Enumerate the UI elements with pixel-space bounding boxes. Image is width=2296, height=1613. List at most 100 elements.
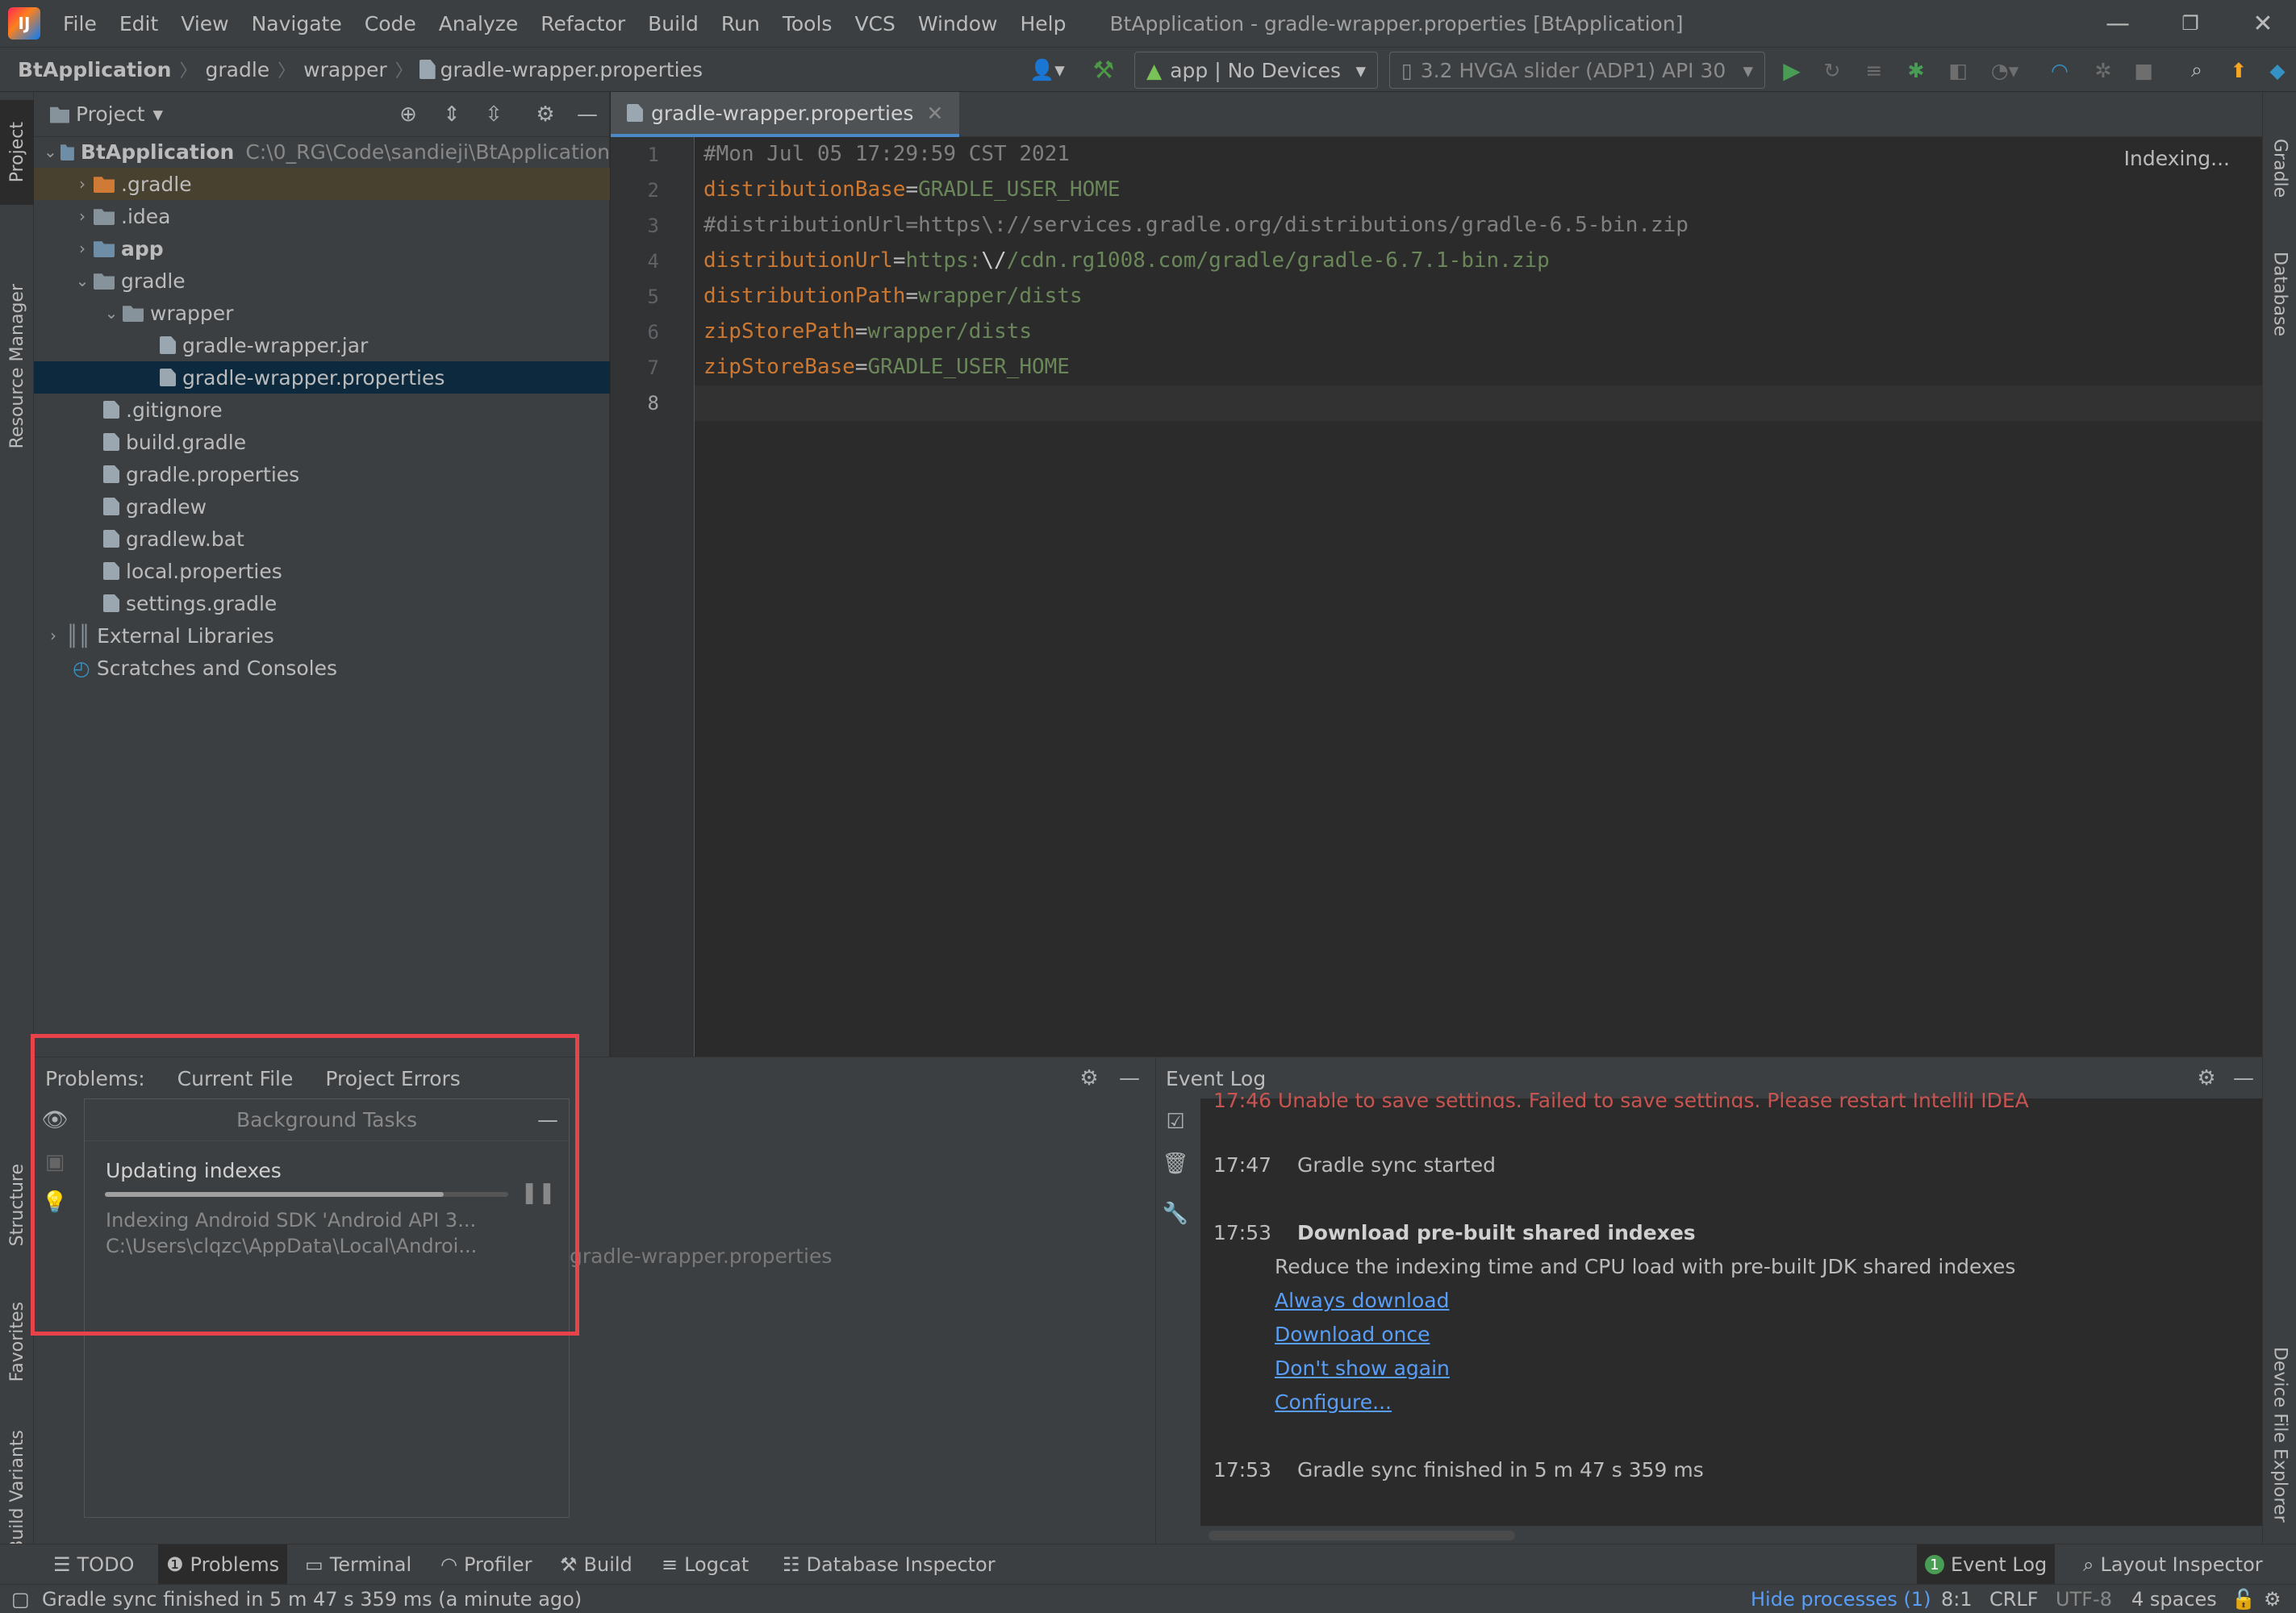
- menu-edit[interactable]: Edit: [108, 12, 169, 35]
- stop-icon[interactable]: ■: [2130, 55, 2157, 85]
- gear-icon[interactable]: ⚙: [1075, 1064, 1104, 1093]
- tree-item-idea[interactable]: › .idea: [34, 200, 610, 232]
- tree-item-external-libraries[interactable]: › ║║ External Libraries: [34, 619, 610, 652]
- tree-item-gradlew[interactable]: gradlew: [34, 490, 610, 523]
- gear-icon[interactable]: ⚙: [531, 100, 560, 129]
- memory-icon[interactable]: ⚙: [2264, 1585, 2281, 1613]
- tab-gradle[interactable]: Gradle: [2263, 116, 2296, 221]
- breadcrumb-project[interactable]: BtApplication: [0, 58, 179, 81]
- tree-item-local-properties[interactable]: local.properties: [34, 555, 610, 587]
- link-configure[interactable]: Configure...: [1275, 1390, 1392, 1414]
- minimize-popup-icon[interactable]: —: [533, 1106, 562, 1135]
- horizontal-scrollbar[interactable]: [1209, 1531, 1515, 1540]
- profile-icon[interactable]: ◔▾: [1985, 55, 2025, 85]
- tree-item-gradle-properties[interactable]: gradle.properties: [34, 458, 610, 490]
- menu-run[interactable]: Run: [710, 12, 771, 35]
- preview-icon[interactable]: ▣: [40, 1148, 69, 1177]
- tree-item-project-root[interactable]: ⌄ BtApplication C:\0_RG\Code\sandieji\Bt…: [34, 135, 610, 168]
- status-toggle-icon[interactable]: ▢: [11, 1585, 30, 1613]
- trash-icon[interactable]: 🗑: [1161, 1149, 1190, 1178]
- expand-all-icon[interactable]: ⇕: [437, 100, 466, 129]
- tab-project[interactable]: Project: [0, 100, 34, 205]
- locate-icon[interactable]: ⊕: [394, 100, 423, 129]
- indent-setting[interactable]: 4 spaces: [2131, 1585, 2217, 1613]
- menu-build[interactable]: Build: [637, 12, 710, 35]
- restore-icon[interactable]: ❐: [2154, 0, 2227, 47]
- menu-help[interactable]: Help: [1008, 12, 1077, 35]
- menu-view[interactable]: View: [169, 12, 240, 35]
- tool-layout-inspector[interactable]: ⌕ Layout Inspector: [2075, 1544, 2271, 1585]
- tab-project-errors[interactable]: Project Errors: [325, 1067, 460, 1090]
- device-select[interactable]: ▯ 3.2 HVGA slider (ADP1) API 30 ▾: [1389, 52, 1765, 89]
- tree-item-build-gradle[interactable]: build.gradle: [34, 426, 610, 458]
- tree-item-settings-gradle[interactable]: settings.gradle: [34, 587, 610, 619]
- menu-file[interactable]: File: [52, 12, 108, 35]
- tree-item-wrapper-jar[interactable]: gradle-wrapper.jar: [34, 329, 610, 361]
- collapse-all-icon[interactable]: ⇳: [479, 100, 508, 129]
- tool-problems[interactable]: ❶ Problems: [158, 1544, 288, 1585]
- gear-icon[interactable]: ⚙: [2192, 1064, 2221, 1093]
- breadcrumb-file[interactable]: gradle-wrapper.properties: [439, 58, 711, 81]
- menu-refactor[interactable]: Refactor: [529, 12, 637, 35]
- update-icon[interactable]: ⬆: [2225, 55, 2252, 85]
- file-encoding[interactable]: UTF-8: [2056, 1585, 2112, 1613]
- hide-icon[interactable]: —: [1115, 1064, 1144, 1093]
- tab-resource-manager[interactable]: Resource Manager: [0, 221, 34, 511]
- tab-device-file-explorer[interactable]: Device File Explorer: [2263, 1326, 2296, 1544]
- tree-item-gitignore[interactable]: .gitignore: [34, 394, 610, 426]
- link-dont-show-again[interactable]: Don't show again: [1275, 1357, 1450, 1380]
- chevron-down-icon[interactable]: ▾: [153, 102, 164, 126]
- mark-read-icon[interactable]: ☑: [1161, 1107, 1190, 1136]
- menu-code[interactable]: Code: [353, 12, 428, 35]
- tree-item-gradlew-bat[interactable]: gradlew.bat: [34, 523, 610, 555]
- code-editor[interactable]: 1 2 3 4 5 6 7 8 #Mon Jul 05 17:29:59 CST…: [611, 137, 2262, 1057]
- tree-item-app[interactable]: › app: [34, 232, 610, 265]
- lock-icon[interactable]: 🔓: [2231, 1585, 2256, 1613]
- attach-debugger-icon[interactable]: ✲: [2089, 55, 2117, 85]
- run-config-select[interactable]: ▲ app | No Devices ▾: [1134, 52, 1378, 89]
- tool-database-inspector[interactable]: ☷ Database Inspector: [774, 1544, 1004, 1585]
- tool-todo[interactable]: ☰ TODO: [45, 1544, 142, 1585]
- menu-window[interactable]: Window: [907, 12, 1009, 35]
- link-download-once[interactable]: Download once: [1275, 1323, 1430, 1346]
- search-icon[interactable]: ⌕: [2183, 55, 2210, 85]
- build-hammer-icon[interactable]: ⚒: [1087, 55, 1120, 85]
- close-icon[interactable]: ✕: [2227, 0, 2296, 47]
- profiler-icon[interactable]: ◠: [2046, 55, 2073, 85]
- line-separator[interactable]: CRLF: [1989, 1585, 2039, 1613]
- tab-database[interactable]: Database: [2263, 229, 2296, 358]
- coverage-icon[interactable]: ◧: [1944, 55, 1972, 85]
- eye-icon[interactable]: 👁: [40, 1106, 69, 1135]
- link-always-download[interactable]: Always download: [1275, 1289, 1449, 1312]
- tool-event-log[interactable]: 1 Event Log: [1917, 1544, 2056, 1585]
- hide-processes-link[interactable]: Hide processes (1): [1751, 1585, 1931, 1613]
- tool-build[interactable]: ⚒ Build: [552, 1544, 641, 1585]
- tool-terminal[interactable]: ▭ Terminal: [297, 1544, 420, 1585]
- hide-icon[interactable]: —: [2229, 1064, 2258, 1093]
- sdk-manager-icon[interactable]: ◆: [2264, 55, 2291, 85]
- tool-profiler[interactable]: ◠ Profiler: [432, 1544, 540, 1585]
- tree-item-gradle-cache[interactable]: › .gradle: [34, 168, 610, 200]
- hide-icon[interactable]: —: [573, 100, 602, 129]
- tab-current-file[interactable]: Current File: [177, 1067, 294, 1090]
- minimize-icon[interactable]: —: [2081, 0, 2154, 47]
- menu-vcs[interactable]: VCS: [843, 12, 906, 35]
- apply-changes-icon[interactable]: ↻: [1818, 55, 1846, 85]
- tab-gradle-wrapper-properties[interactable]: gradle-wrapper.properties ✕: [611, 92, 960, 137]
- debug-icon[interactable]: ✱: [1902, 55, 1930, 85]
- wrench-icon[interactable]: 🔧: [1161, 1199, 1190, 1228]
- user-icon[interactable]: 👤▾: [1023, 55, 1071, 85]
- tool-logcat[interactable]: ≡ Logcat: [653, 1544, 757, 1585]
- menu-analyze[interactable]: Analyze: [428, 12, 530, 35]
- close-tab-icon[interactable]: ✕: [926, 102, 943, 125]
- tree-item-gradle[interactable]: ⌄ gradle: [34, 265, 610, 297]
- tree-item-wrapper[interactable]: ⌄ wrapper: [34, 297, 610, 329]
- menu-navigate[interactable]: Navigate: [240, 12, 353, 35]
- pause-icon[interactable]: ❚❚: [520, 1178, 556, 1207]
- run-icon[interactable]: ▶: [1778, 55, 1805, 85]
- menu-tools[interactable]: Tools: [771, 12, 844, 35]
- apply-code-changes-icon[interactable]: ≡: [1860, 55, 1888, 85]
- tree-item-scratches[interactable]: ◴ Scratches and Consoles: [34, 652, 610, 684]
- caret-position[interactable]: 8:1: [1941, 1585, 1972, 1613]
- project-panel-title[interactable]: Project: [76, 102, 145, 126]
